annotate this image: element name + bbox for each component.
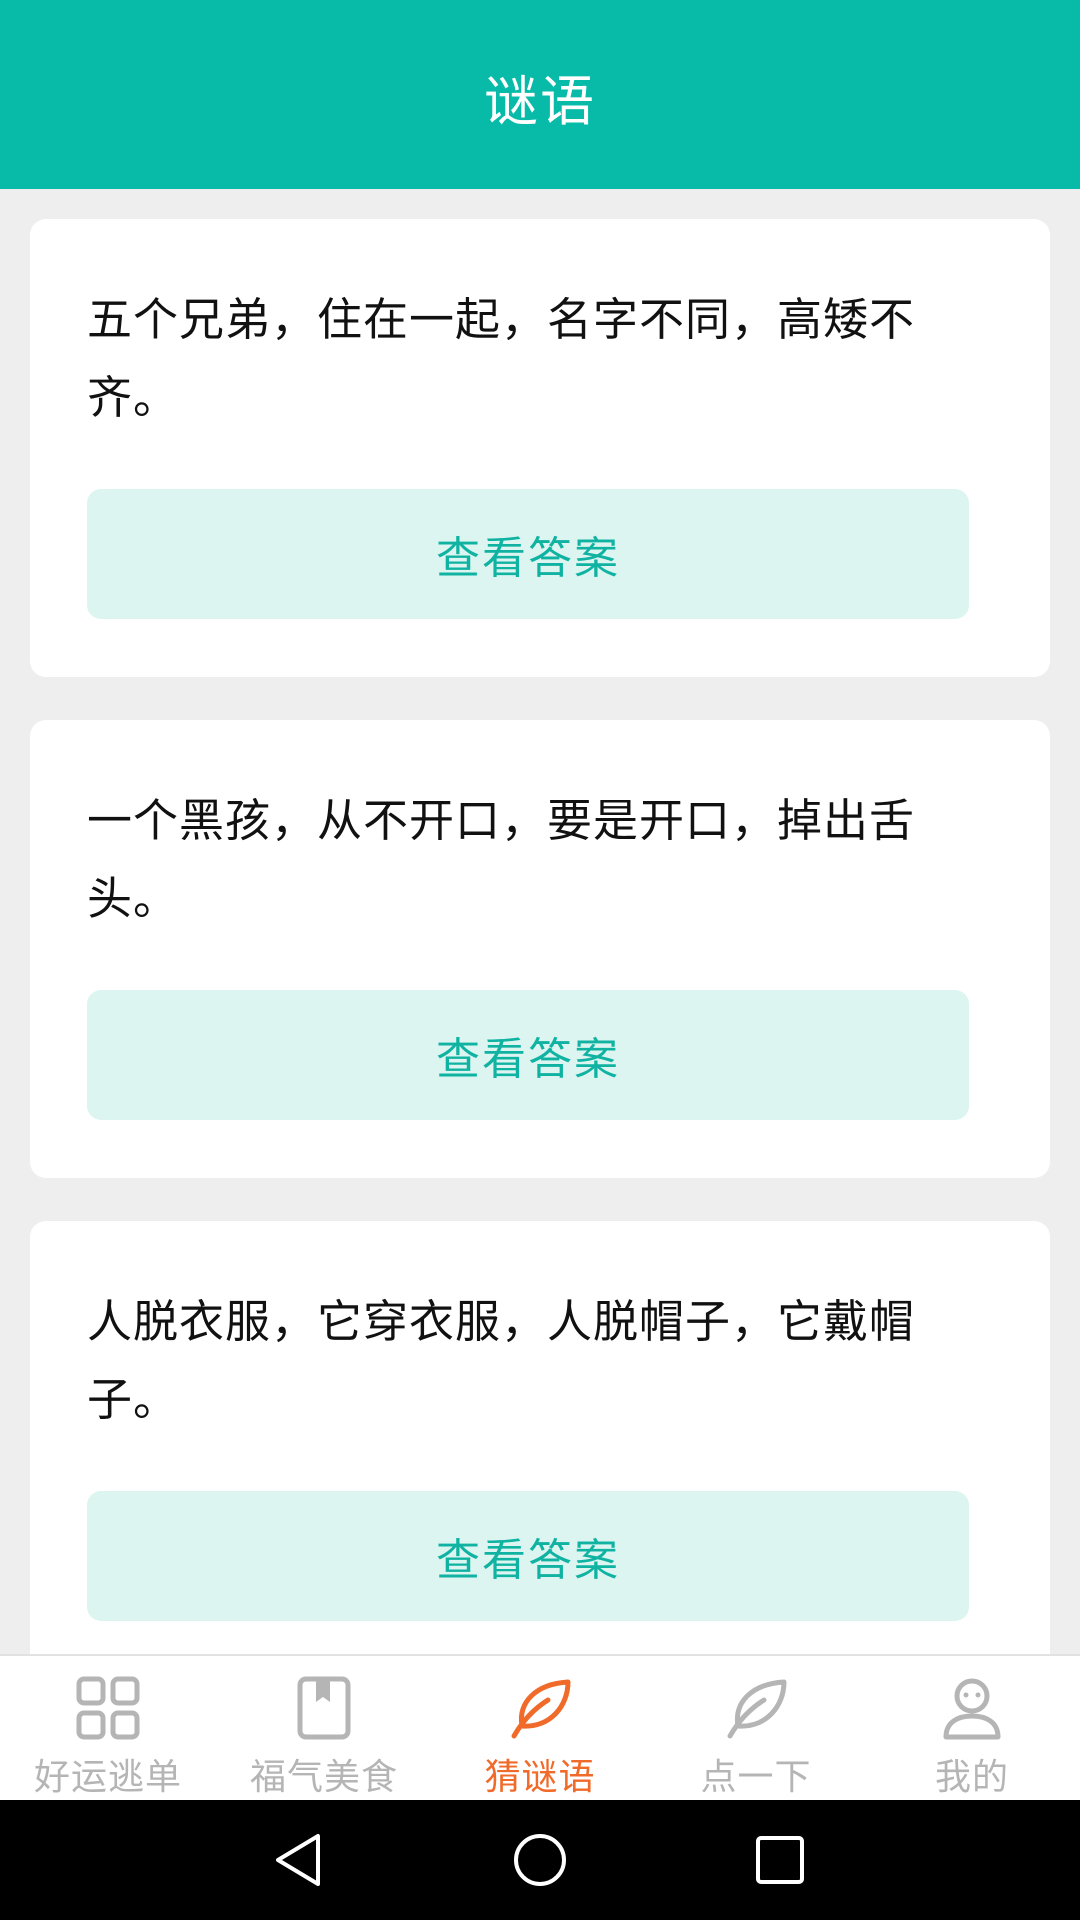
bottom-tab-bar: 好运逃单 福气美食 猜谜语 点一下 我的	[0, 1654, 1080, 1800]
tab-riddles[interactable]: 猜谜语	[432, 1656, 648, 1800]
tab-mine[interactable]: 我的	[864, 1656, 1080, 1800]
tab-label: 我的	[934, 1757, 1009, 1798]
page-title: 谜语	[484, 70, 596, 133]
riddle-question: 一个黑孩，从不开口，要是开口，掉出舌头。	[87, 794, 916, 925]
view-answer-button[interactable]: 查看答案	[87, 1491, 969, 1621]
tab-label: 好运逃单	[33, 1757, 182, 1798]
grid-icon	[76, 1676, 140, 1740]
tab-label: 点一下	[700, 1757, 812, 1798]
view-answer-button[interactable]: 查看答案	[87, 990, 969, 1120]
recents-icon[interactable]	[750, 1830, 810, 1890]
system-navigation-bar	[0, 1800, 1080, 1920]
tab-lucky-escape[interactable]: 好运逃单	[0, 1656, 216, 1800]
riddle-card: 一个黑孩，从不开口，要是开口，掉出舌头。 查看答案	[30, 720, 1050, 1178]
leaf-icon	[727, 1679, 787, 1739]
tab-tap-once[interactable]: 点一下	[648, 1656, 864, 1800]
back-icon[interactable]	[270, 1830, 330, 1890]
riddle-card: 人脱衣服，它穿衣服，人脱帽子，它戴帽子。 查看答案	[30, 1221, 1050, 1654]
riddle-card: 五个兄弟，住在一起，名字不同，高矮不齐。 查看答案	[30, 219, 1050, 677]
riddle-question: 人脱衣服，它穿衣服，人脱帽子，它戴帽子。	[87, 1295, 916, 1426]
book-icon	[297, 1676, 351, 1740]
user-icon	[943, 1678, 1001, 1740]
tab-blessing-food[interactable]: 福气美食	[216, 1656, 432, 1800]
app-header: 谜语	[0, 0, 1080, 189]
leaf-icon	[511, 1679, 571, 1739]
riddle-list[interactable]: 五个兄弟，住在一起，名字不同，高矮不齐。 查看答案 一个黑孩，从不开口，要是开口…	[0, 189, 1080, 1654]
tab-label: 猜谜语	[484, 1757, 596, 1798]
tab-label: 福气美食	[249, 1757, 398, 1798]
view-answer-button[interactable]: 查看答案	[87, 489, 969, 619]
riddle-question: 五个兄弟，住在一起，名字不同，高矮不齐。	[87, 293, 916, 424]
home-icon[interactable]	[510, 1830, 570, 1890]
